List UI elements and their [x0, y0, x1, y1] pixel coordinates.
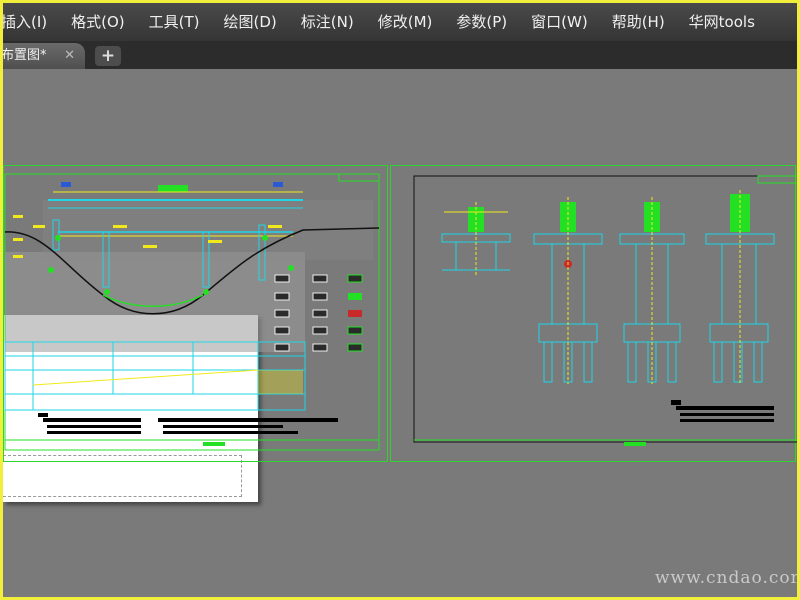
- menu-help[interactable]: 帮助(H): [600, 3, 677, 41]
- document-tab[interactable]: 布置图* ✕: [1, 43, 85, 69]
- right-drawing: [413, 175, 799, 446]
- menu-insert[interactable]: 插入(I): [1, 3, 59, 41]
- menu-draw[interactable]: 绘图(D): [212, 3, 289, 41]
- menu-tools[interactable]: 工具(T): [137, 3, 212, 41]
- close-icon[interactable]: ✕: [64, 43, 75, 69]
- menu-format[interactable]: 格式(O): [59, 3, 137, 41]
- menu-huawang-tools[interactable]: 华网tools: [677, 3, 767, 41]
- left-drawing: [4, 173, 380, 451]
- new-tab-button[interactable]: +: [95, 46, 121, 66]
- document-tab-bar: 布置图* ✕ +: [1, 41, 797, 69]
- menu-window[interactable]: 窗口(W): [519, 3, 600, 41]
- menu-bar: 插入(I) 格式(O) 工具(T) 绘图(D) 标注(N) 修改(M) 参数(P…: [1, 3, 797, 41]
- menu-modify[interactable]: 修改(M): [366, 3, 445, 41]
- document-tab-label: 布置图*: [1, 48, 47, 63]
- menu-parameters[interactable]: 参数(P): [444, 3, 519, 41]
- menu-dimension[interactable]: 标注(N): [289, 3, 366, 41]
- watermark-text: www.cndao.com: [655, 568, 800, 588]
